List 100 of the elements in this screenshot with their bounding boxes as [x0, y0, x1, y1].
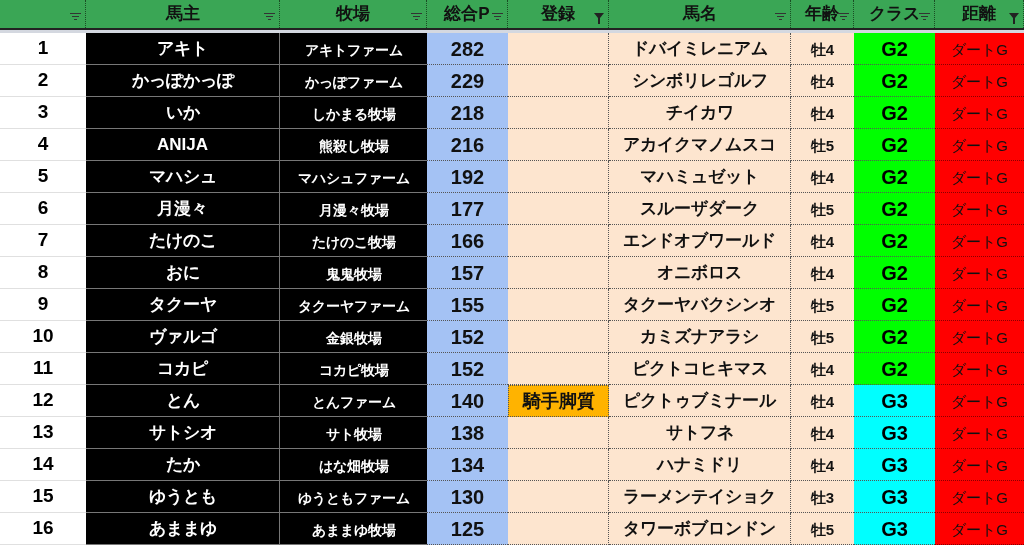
- sort-filter-icon[interactable]: [70, 13, 81, 20]
- owner-cell: ゆうとも: [86, 481, 280, 513]
- sort-filter-icon[interactable]: [838, 13, 849, 20]
- distance-cell: ダートG: [935, 353, 1024, 385]
- distance-cell: ダートG: [935, 257, 1024, 289]
- distance-cell: ダートG: [935, 193, 1024, 225]
- horse-name-cell: チイカワ: [609, 97, 791, 129]
- age-cell: 牡4: [791, 385, 854, 417]
- farm-cell: 金銀牧場: [280, 321, 427, 353]
- farm-cell: あままゆ牧場: [280, 513, 427, 545]
- class-cell: G2: [854, 257, 935, 289]
- header-label: 総合P: [444, 3, 490, 26]
- owner-cell: とん: [86, 385, 280, 417]
- column-header[interactable]: 総合P: [427, 0, 508, 28]
- filter-icon[interactable]: [594, 13, 604, 24]
- owner-cell: タクーヤ: [86, 289, 280, 321]
- column-header[interactable]: 牧場: [280, 0, 427, 28]
- age-cell: 牡4: [791, 353, 854, 385]
- class-cell: G2: [854, 321, 935, 353]
- horse-name-cell: スルーザダーク: [609, 193, 791, 225]
- horse-name-cell: ピクトゥブミナール: [609, 385, 791, 417]
- header-label: 馬主: [165, 3, 200, 26]
- owner-cell: コカピ: [86, 353, 280, 385]
- column-header[interactable]: クラス: [854, 0, 935, 28]
- filter-icon[interactable]: [1009, 13, 1019, 24]
- header-label: 登録: [541, 3, 575, 26]
- age-cell: 牡5: [791, 289, 854, 321]
- class-cell: G2: [854, 353, 935, 385]
- owner-cell: サトシオ: [86, 417, 280, 449]
- farm-cell: 熊殺し牧場: [280, 129, 427, 161]
- owner-cell: アキト: [86, 33, 280, 65]
- horse-name-cell: ハナミドリ: [609, 449, 791, 481]
- class-cell: G2: [854, 129, 935, 161]
- sort-filter-icon[interactable]: [411, 13, 422, 20]
- sort-filter-icon[interactable]: [264, 13, 275, 20]
- horse-name-cell: マハミュゼット: [609, 161, 791, 193]
- points-cell: 125: [427, 513, 508, 545]
- age-cell: 牡4: [791, 97, 854, 129]
- farm-cell: 月漫々牧場: [280, 193, 427, 225]
- age-cell: 牡5: [791, 321, 854, 353]
- column-header[interactable]: 馬主: [86, 0, 280, 28]
- distance-cell: ダートG: [935, 321, 1024, 353]
- column-header[interactable]: 馬名: [609, 0, 791, 28]
- age-cell: 牡4: [791, 417, 854, 449]
- age-cell: 牡4: [791, 449, 854, 481]
- column-header[interactable]: 登録: [508, 0, 609, 28]
- horse-name-cell: エンドオブワールド: [609, 225, 791, 257]
- distance-cell: ダートG: [935, 481, 1024, 513]
- distance-cell: ダートG: [935, 417, 1024, 449]
- distance-cell: ダートG: [935, 65, 1024, 97]
- farm-cell: アキトファーム: [280, 33, 427, 65]
- age-cell: 牡5: [791, 193, 854, 225]
- owner-cell: おに: [86, 257, 280, 289]
- registration-cell: 騎手脚質: [508, 385, 609, 417]
- points-cell: 282: [427, 33, 508, 65]
- age-cell: 牡4: [791, 65, 854, 97]
- farm-cell: はな畑牧場: [280, 449, 427, 481]
- distance-cell: ダートG: [935, 161, 1024, 193]
- farm-cell: コカピ牧場: [280, 353, 427, 385]
- class-cell: G3: [854, 449, 935, 481]
- points-cell: 152: [427, 353, 508, 385]
- points-cell: 138: [427, 417, 508, 449]
- distance-cell: ダートG: [935, 385, 1024, 417]
- farm-cell: タクーヤファーム: [280, 289, 427, 321]
- points-cell: 130: [427, 481, 508, 513]
- header-label: 距離: [962, 3, 996, 26]
- owner-cell: ANIJA: [86, 129, 280, 161]
- points-cell: 216: [427, 129, 508, 161]
- owner-cell: かっぽかっぽ: [86, 65, 280, 97]
- age-cell: 牡5: [791, 513, 854, 545]
- column-header[interactable]: 距離: [935, 0, 1024, 28]
- farm-cell: サト牧場: [280, 417, 427, 449]
- age-cell: 牡5: [791, 129, 854, 161]
- sort-filter-icon[interactable]: [492, 13, 503, 20]
- points-cell: 155: [427, 289, 508, 321]
- horse-name-cell: タクーヤバクシンオ: [609, 289, 791, 321]
- owner-cell: たけのこ: [86, 225, 280, 257]
- owner-cell: 月漫々: [86, 193, 280, 225]
- points-cell: 218: [427, 97, 508, 129]
- horse-name-cell: ドバイミレニアム: [609, 33, 791, 65]
- class-cell: G2: [854, 33, 935, 65]
- sort-filter-icon[interactable]: [775, 13, 786, 20]
- class-cell: G2: [854, 97, 935, 129]
- farm-cell: たけのこ牧場: [280, 225, 427, 257]
- owner-cell: たか: [86, 449, 280, 481]
- age-cell: 牡3: [791, 481, 854, 513]
- horse-name-cell: シンボリレゴルフ: [609, 65, 791, 97]
- sort-filter-icon[interactable]: [919, 13, 930, 20]
- farm-cell: 鬼鬼牧場: [280, 257, 427, 289]
- column-header[interactable]: 年齢: [791, 0, 854, 28]
- class-cell: G2: [854, 65, 935, 97]
- distance-cell: ダートG: [935, 33, 1024, 65]
- class-cell: G3: [854, 481, 935, 513]
- horse-name-cell: タワーボブロンドン: [609, 513, 791, 545]
- age-cell: 牡4: [791, 257, 854, 289]
- farm-cell: かっぽファーム: [280, 65, 427, 97]
- points-cell: 229: [427, 65, 508, 97]
- header-label: 牧場: [336, 3, 370, 26]
- distance-cell: ダートG: [935, 513, 1024, 545]
- age-cell: 牡4: [791, 33, 854, 65]
